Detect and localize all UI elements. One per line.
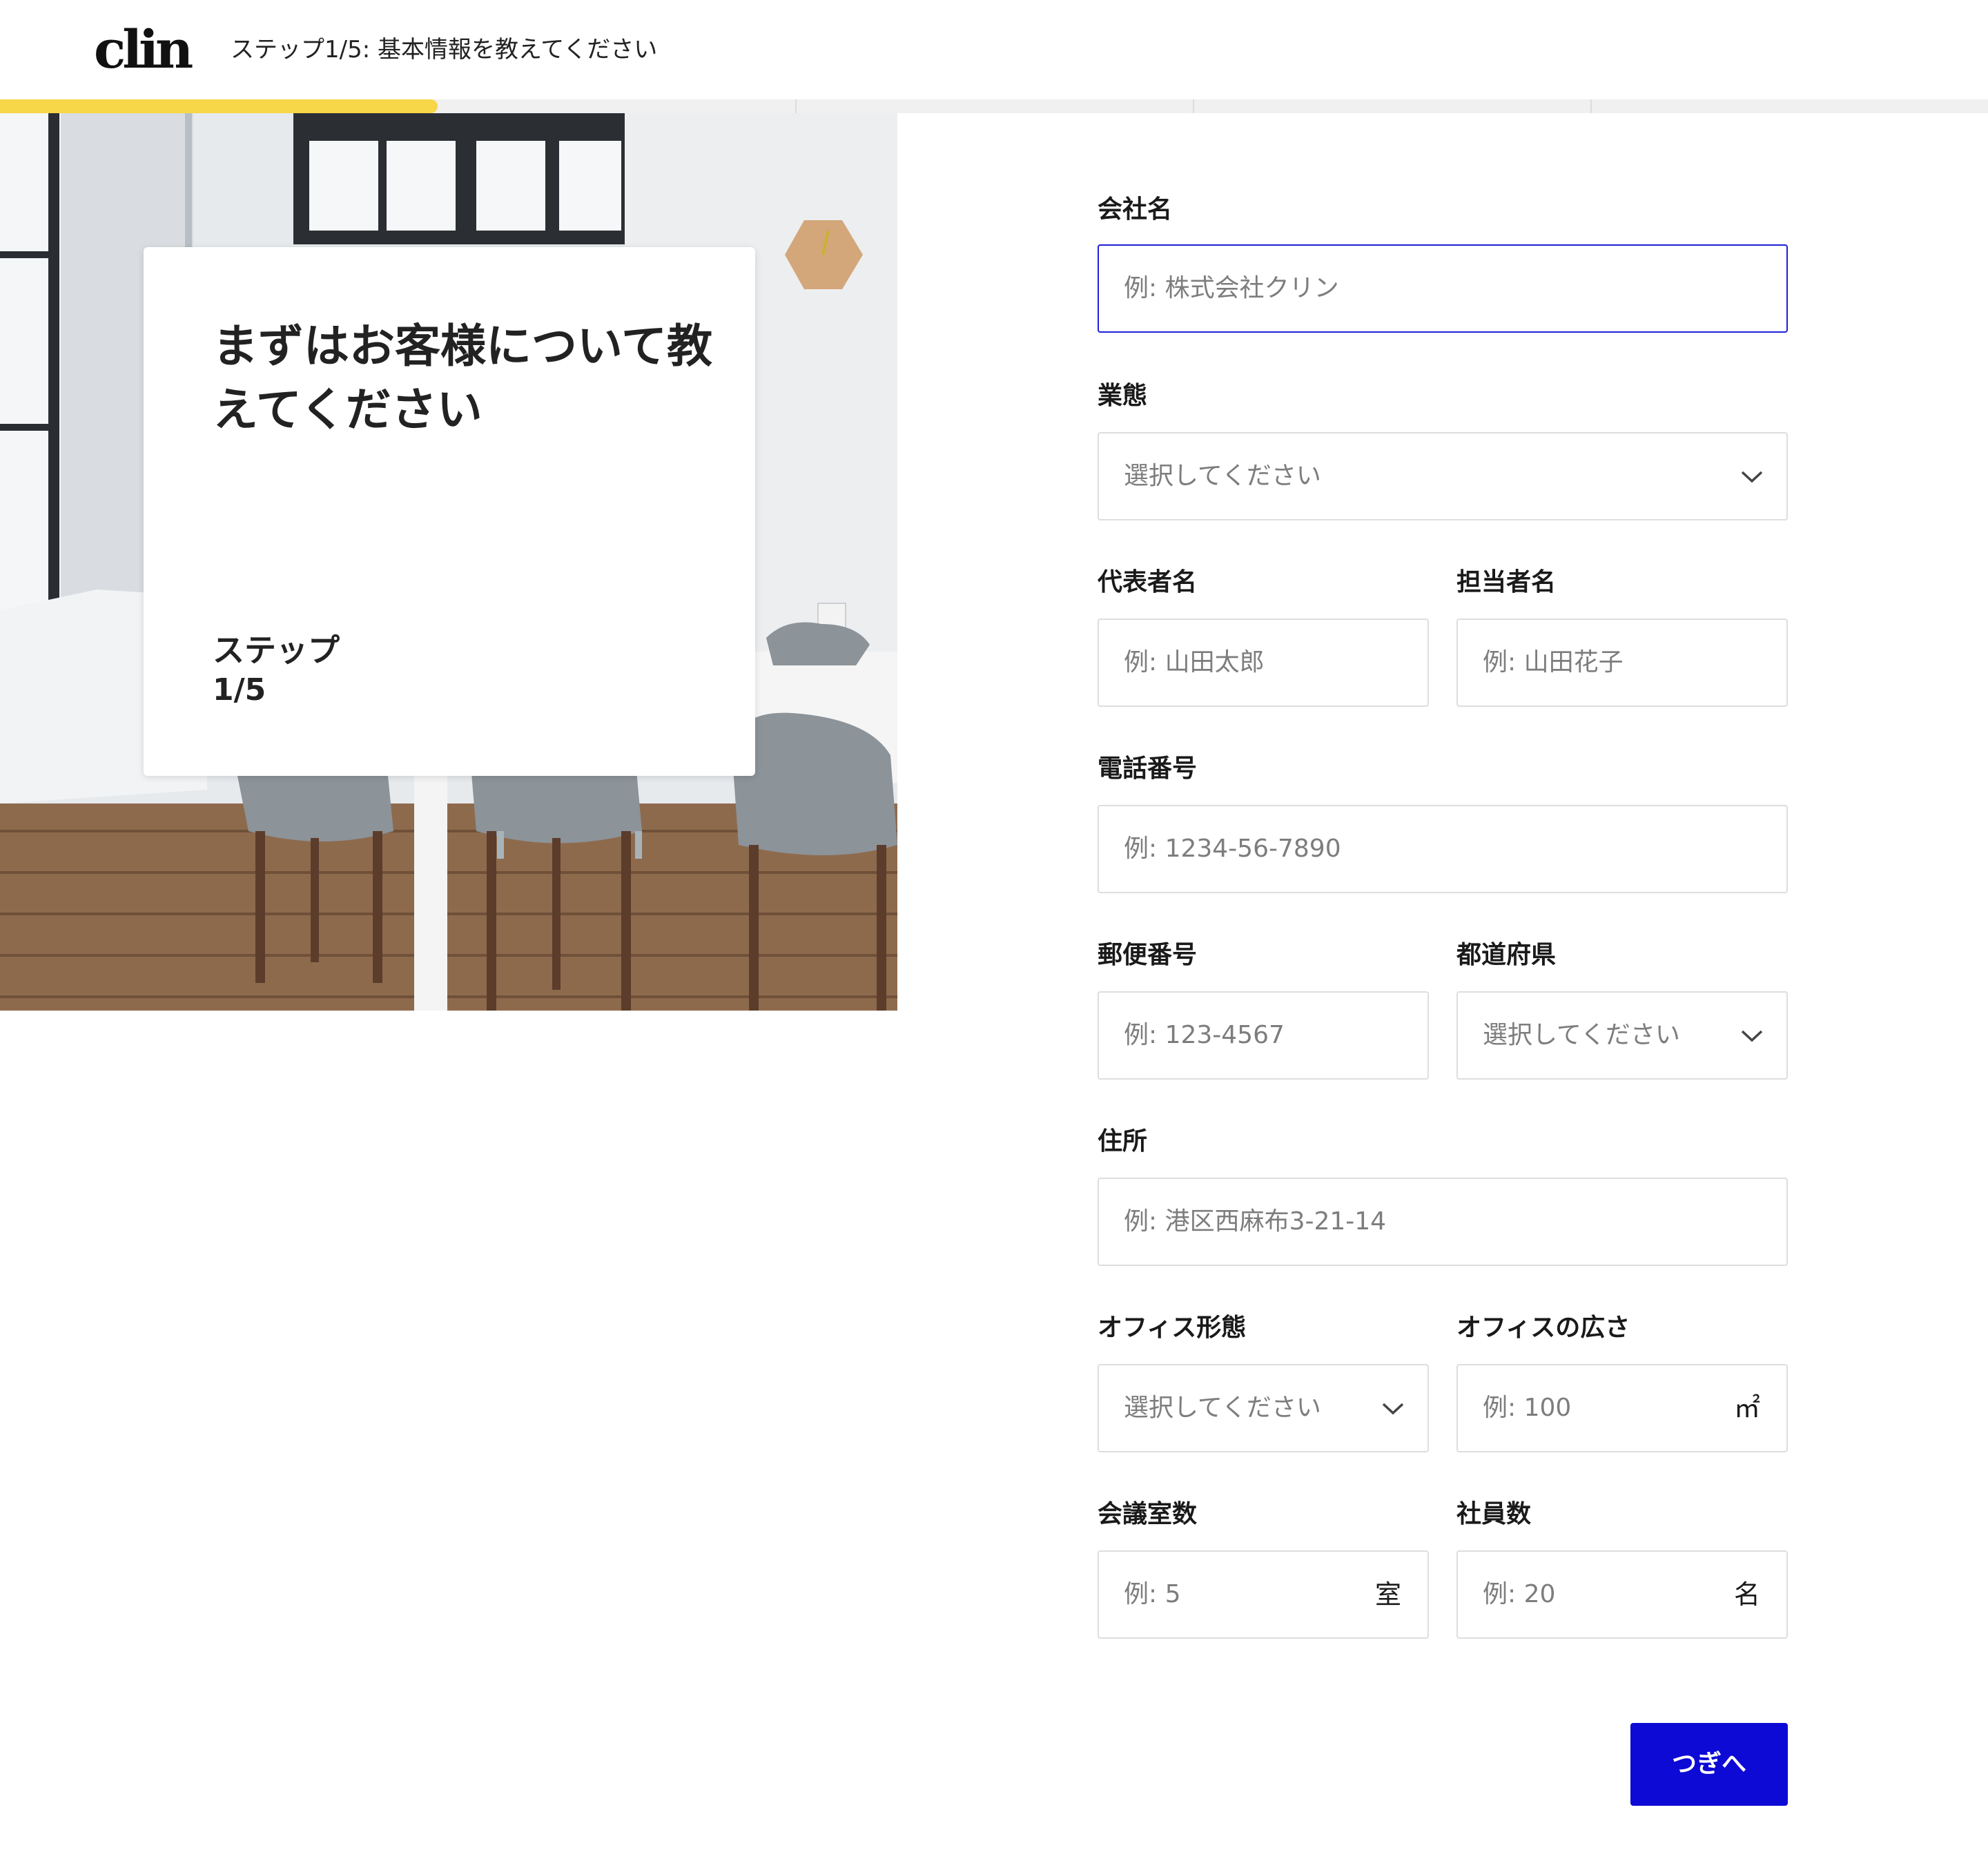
prefecture-select[interactable]: 選択してください xyxy=(1456,991,1788,1080)
representative-input[interactable]: 例: 山田太郎 xyxy=(1098,618,1429,707)
business-type-selected: 選択してください xyxy=(1124,462,1321,490)
office-size-label: オフィスの広さ xyxy=(1456,1314,1630,1342)
employees-unit: 名 xyxy=(1733,1579,1760,1610)
business-type-label: 業態 xyxy=(1098,382,1148,410)
postal-code-input[interactable]: 例: 123-4567 xyxy=(1098,991,1429,1080)
contact-person-placeholder: 例: 山田花子 xyxy=(1483,648,1624,676)
company-name-placeholder: 例: 株式会社クリン xyxy=(1124,274,1339,302)
progress-bar xyxy=(0,99,1988,113)
meeting-rooms-input[interactable]: 例: 5 室 xyxy=(1098,1550,1429,1639)
prefecture-selected: 選択してください xyxy=(1483,1021,1680,1049)
phone-placeholder: 例: 1234-56-7890 xyxy=(1124,835,1341,863)
progress-separator xyxy=(1193,99,1194,113)
chevron-down-icon xyxy=(1741,471,1763,483)
address-label: 住所 xyxy=(1098,1127,1148,1156)
office-type-label: オフィス形態 xyxy=(1098,1314,1247,1342)
business-type-select[interactable]: 選択してください xyxy=(1098,432,1788,520)
meeting-rooms-placeholder: 例: 5 xyxy=(1124,1580,1181,1608)
phone-input[interactable]: 例: 1234-56-7890 xyxy=(1098,805,1788,893)
intro-step-label: ステップ xyxy=(213,632,340,669)
representative-placeholder: 例: 山田太郎 xyxy=(1124,648,1265,676)
meeting-rooms-label: 会議室数 xyxy=(1098,1500,1198,1528)
intro-step-count: 1/5 xyxy=(213,672,266,708)
employees-label: 社員数 xyxy=(1456,1500,1532,1528)
office-photo: まずはお客様について教えてください ステップ 1/5 xyxy=(0,113,897,1011)
office-size-unit: ㎡ xyxy=(1733,1393,1760,1423)
prefecture-label: 都道府県 xyxy=(1456,941,1557,969)
employees-placeholder: 例: 20 xyxy=(1483,1580,1556,1608)
office-size-input[interactable]: 例: 100 ㎡ xyxy=(1456,1364,1788,1452)
representative-label: 代表者名 xyxy=(1098,568,1198,596)
chevron-down-icon xyxy=(1741,1030,1763,1042)
office-size-placeholder: 例: 100 xyxy=(1483,1394,1572,1422)
chevron-down-icon xyxy=(1382,1403,1404,1415)
progress-separator xyxy=(795,99,797,113)
next-button[interactable]: つぎへ xyxy=(1630,1723,1788,1806)
company-name-label: 会社名 xyxy=(1098,195,1173,224)
intro-heading: まずはお客様について教えてください xyxy=(213,320,713,436)
intro-card: まずはお客様について教えてください ステップ 1/5 xyxy=(144,247,755,776)
address-placeholder: 例: 港区西麻布3-21-14 xyxy=(1124,1207,1387,1236)
meeting-rooms-unit: 室 xyxy=(1374,1579,1401,1610)
contact-person-label: 担当者名 xyxy=(1456,568,1557,596)
clin-logo[interactable]: clin xyxy=(94,15,193,84)
phone-label: 電話番号 xyxy=(1098,754,1198,783)
progress-separator xyxy=(1590,99,1592,113)
progress-fill xyxy=(0,99,438,113)
contact-person-input[interactable]: 例: 山田花子 xyxy=(1456,618,1788,707)
header: clin ステップ1/5: 基本情報を教えてください xyxy=(0,0,1988,99)
postal-code-placeholder: 例: 123-4567 xyxy=(1124,1021,1285,1049)
office-type-selected: 選択してください xyxy=(1124,1394,1321,1422)
step-title: ステップ1/5: 基本情報を教えてください xyxy=(231,36,658,64)
employees-input[interactable]: 例: 20 名 xyxy=(1456,1550,1788,1639)
office-type-select[interactable]: 選択してください xyxy=(1098,1364,1429,1452)
company-name-input[interactable]: 例: 株式会社クリン xyxy=(1098,244,1788,333)
postal-code-label: 郵便番号 xyxy=(1098,941,1198,969)
address-input[interactable]: 例: 港区西麻布3-21-14 xyxy=(1098,1178,1788,1266)
